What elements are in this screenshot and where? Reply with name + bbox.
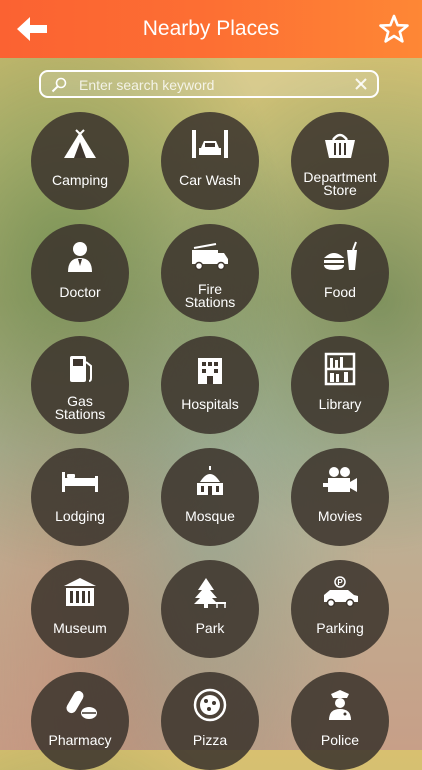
category-label: Lodging [55, 508, 105, 524]
category-label: Parking [316, 620, 364, 636]
doctor-icon [68, 242, 92, 272]
category-food[interactable]: Food [291, 224, 389, 322]
clear-icon[interactable] [353, 76, 369, 92]
category-label: Park [195, 620, 225, 636]
category-label: Pizza [192, 732, 228, 748]
pizza-icon [193, 688, 227, 722]
category-mosque[interactable]: Mosque [161, 448, 259, 546]
search-bar [39, 70, 379, 98]
category-label: Mosque [185, 508, 235, 524]
hospital-icon [198, 358, 222, 384]
category-label: Museum [53, 620, 107, 636]
car-wash-icon [192, 130, 228, 158]
category-label: Library [318, 396, 362, 412]
category-park[interactable]: Park [161, 560, 259, 658]
search-icon [51, 77, 67, 93]
mosque-icon [197, 466, 223, 495]
category-label: Pharmacy [48, 732, 112, 748]
category-library[interactable]: Library [291, 336, 389, 434]
category-parking[interactable]: P Parking [291, 560, 389, 658]
page-title: Nearby Places [142, 17, 280, 40]
police-icon [329, 690, 351, 720]
category-pizza[interactable]: Pizza [161, 672, 259, 770]
category-hospitals[interactable]: Hospitals [161, 336, 259, 434]
category-doctor[interactable]: Doctor [31, 224, 129, 322]
category-label: Food [324, 284, 356, 300]
category-label: Doctor [59, 284, 101, 300]
header-bar: Nearby Places [0, 0, 422, 58]
star-icon[interactable] [378, 13, 410, 45]
category-department-store[interactable]: Department Store [291, 112, 389, 210]
parking-car-icon: P [324, 576, 358, 608]
back-arrow-icon[interactable] [14, 14, 50, 44]
category-pharmacy[interactable]: Pharmacy [31, 672, 129, 770]
bookshelf-icon [324, 352, 356, 386]
tent-icon [64, 129, 96, 158]
category-gas-stations[interactable]: Gas Stations [31, 336, 129, 434]
tree-icon [194, 578, 226, 608]
category-label: Hospitals [181, 396, 239, 412]
category-camping[interactable]: Camping [31, 112, 129, 210]
fire-truck-icon [192, 243, 228, 271]
movie-camera-icon [323, 467, 357, 492]
museum-icon [64, 578, 96, 606]
search-input[interactable] [77, 74, 351, 96]
category-label: Police [320, 732, 360, 748]
category-label: Gas Stations [54, 393, 106, 422]
category-museum[interactable]: Museum [31, 560, 129, 658]
category-label: Department Store [303, 169, 377, 198]
category-fire-stations[interactable]: Fire Stations [161, 224, 259, 322]
pill-icon [66, 690, 97, 719]
category-label: Movies [317, 508, 363, 524]
bed-icon [62, 472, 98, 492]
category-label: Fire Stations [184, 281, 236, 310]
category-car-wash[interactable]: Car Wash [161, 112, 259, 210]
food-icon [324, 241, 357, 270]
svg-text:P: P [337, 578, 343, 587]
gas-pump-icon [70, 356, 92, 382]
category-label: Car Wash [179, 172, 241, 188]
category-police[interactable]: Police [291, 672, 389, 770]
category-lodging[interactable]: Lodging [31, 448, 129, 546]
shopping-basket-icon [325, 133, 355, 158]
category-movies[interactable]: Movies [291, 448, 389, 546]
category-label: Camping [51, 172, 109, 188]
